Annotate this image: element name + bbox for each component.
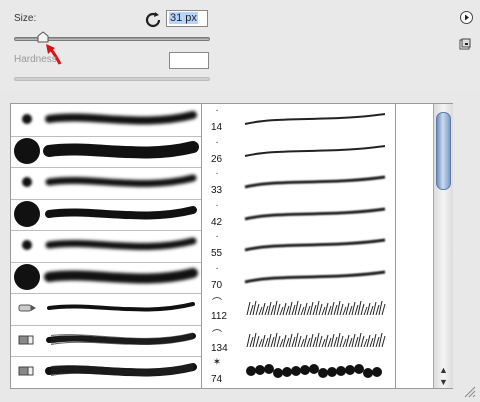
brush-preset-left[interactable]	[11, 230, 201, 260]
brush-preset-left[interactable]	[11, 293, 201, 323]
brush-size-label: 33	[211, 185, 223, 196]
new-preset-icon[interactable]	[459, 38, 471, 50]
brush-tip-icon[interactable]: ·	[209, 263, 225, 277]
hardness-slider-track	[14, 77, 210, 81]
brush-preset-left[interactable]	[11, 356, 201, 386]
brush-tip-icon[interactable]: ·	[209, 200, 225, 214]
brush-preset-right[interactable]	[239, 230, 389, 260]
reset-icon[interactable]	[144, 11, 162, 29]
scroll-up-arrow[interactable]: ▲	[437, 364, 450, 376]
hardness-input[interactable]	[169, 52, 209, 69]
brush-preset-left[interactable]	[11, 167, 201, 197]
brush-preset-right[interactable]	[239, 199, 389, 229]
scrollbar-thumb[interactable]	[436, 112, 451, 190]
brush-size-label: 134	[211, 342, 228, 354]
scrollbar[interactable]: ▲ ▼	[433, 104, 453, 388]
brush-tip-icon[interactable]: ·	[209, 105, 225, 119]
brush-tip-icon[interactable]: ·	[209, 168, 225, 182]
brush-options-area: Size: 31 px Hardness	[0, 0, 480, 92]
brush-size-label: 112	[211, 311, 227, 322]
brush-size-label: 42	[211, 216, 223, 228]
brush-size-label: 14	[211, 122, 223, 133]
brush-presets-panel: · 14 · 26 · 33 · 42 · 55 · 70 ⌒ 112 ⌒ 134 ✶ 74	[10, 103, 453, 389]
size-value: 31 px	[169, 12, 198, 24]
brush-preset-right[interactable]	[239, 167, 389, 197]
brush-preset-right[interactable]	[239, 104, 389, 134]
brush-size-label: 74	[211, 374, 223, 385]
brush-tip-icon[interactable]: ⌒	[209, 326, 225, 341]
brush-preset-right[interactable]	[239, 262, 389, 292]
size-label: Size:	[14, 13, 37, 24]
brush-preset-left[interactable]	[11, 325, 201, 355]
panel-menu-icon[interactable]	[460, 11, 473, 24]
brush-preset-right[interactable]	[239, 293, 389, 323]
brush-preset-right[interactable]	[239, 325, 389, 355]
brush-tip-icon[interactable]: ⌒	[209, 294, 225, 309]
brush-tip-icon[interactable]: ·	[209, 137, 225, 151]
resize-grip-icon[interactable]	[462, 384, 476, 398]
brush-size-label: 26	[211, 153, 223, 165]
brush-tip-icon[interactable]: ·	[209, 231, 225, 245]
brush-preset-right[interactable]	[239, 356, 389, 386]
size-input[interactable]: 31 px	[166, 10, 208, 27]
scroll-down-arrow[interactable]: ▼	[437, 376, 450, 388]
brush-preset-left[interactable]	[11, 262, 201, 292]
brush-size-label: 55	[211, 248, 223, 259]
brush-preset-left[interactable]	[11, 199, 201, 229]
brush-tip-icon[interactable]: ✶	[209, 357, 225, 371]
brush-preset-left[interactable]	[11, 104, 201, 134]
hardness-label: Hardness	[14, 54, 57, 65]
brush-size-label: 70	[211, 279, 223, 291]
brush-preset-left[interactable]	[11, 136, 201, 166]
brush-preset-right[interactable]	[239, 136, 389, 166]
